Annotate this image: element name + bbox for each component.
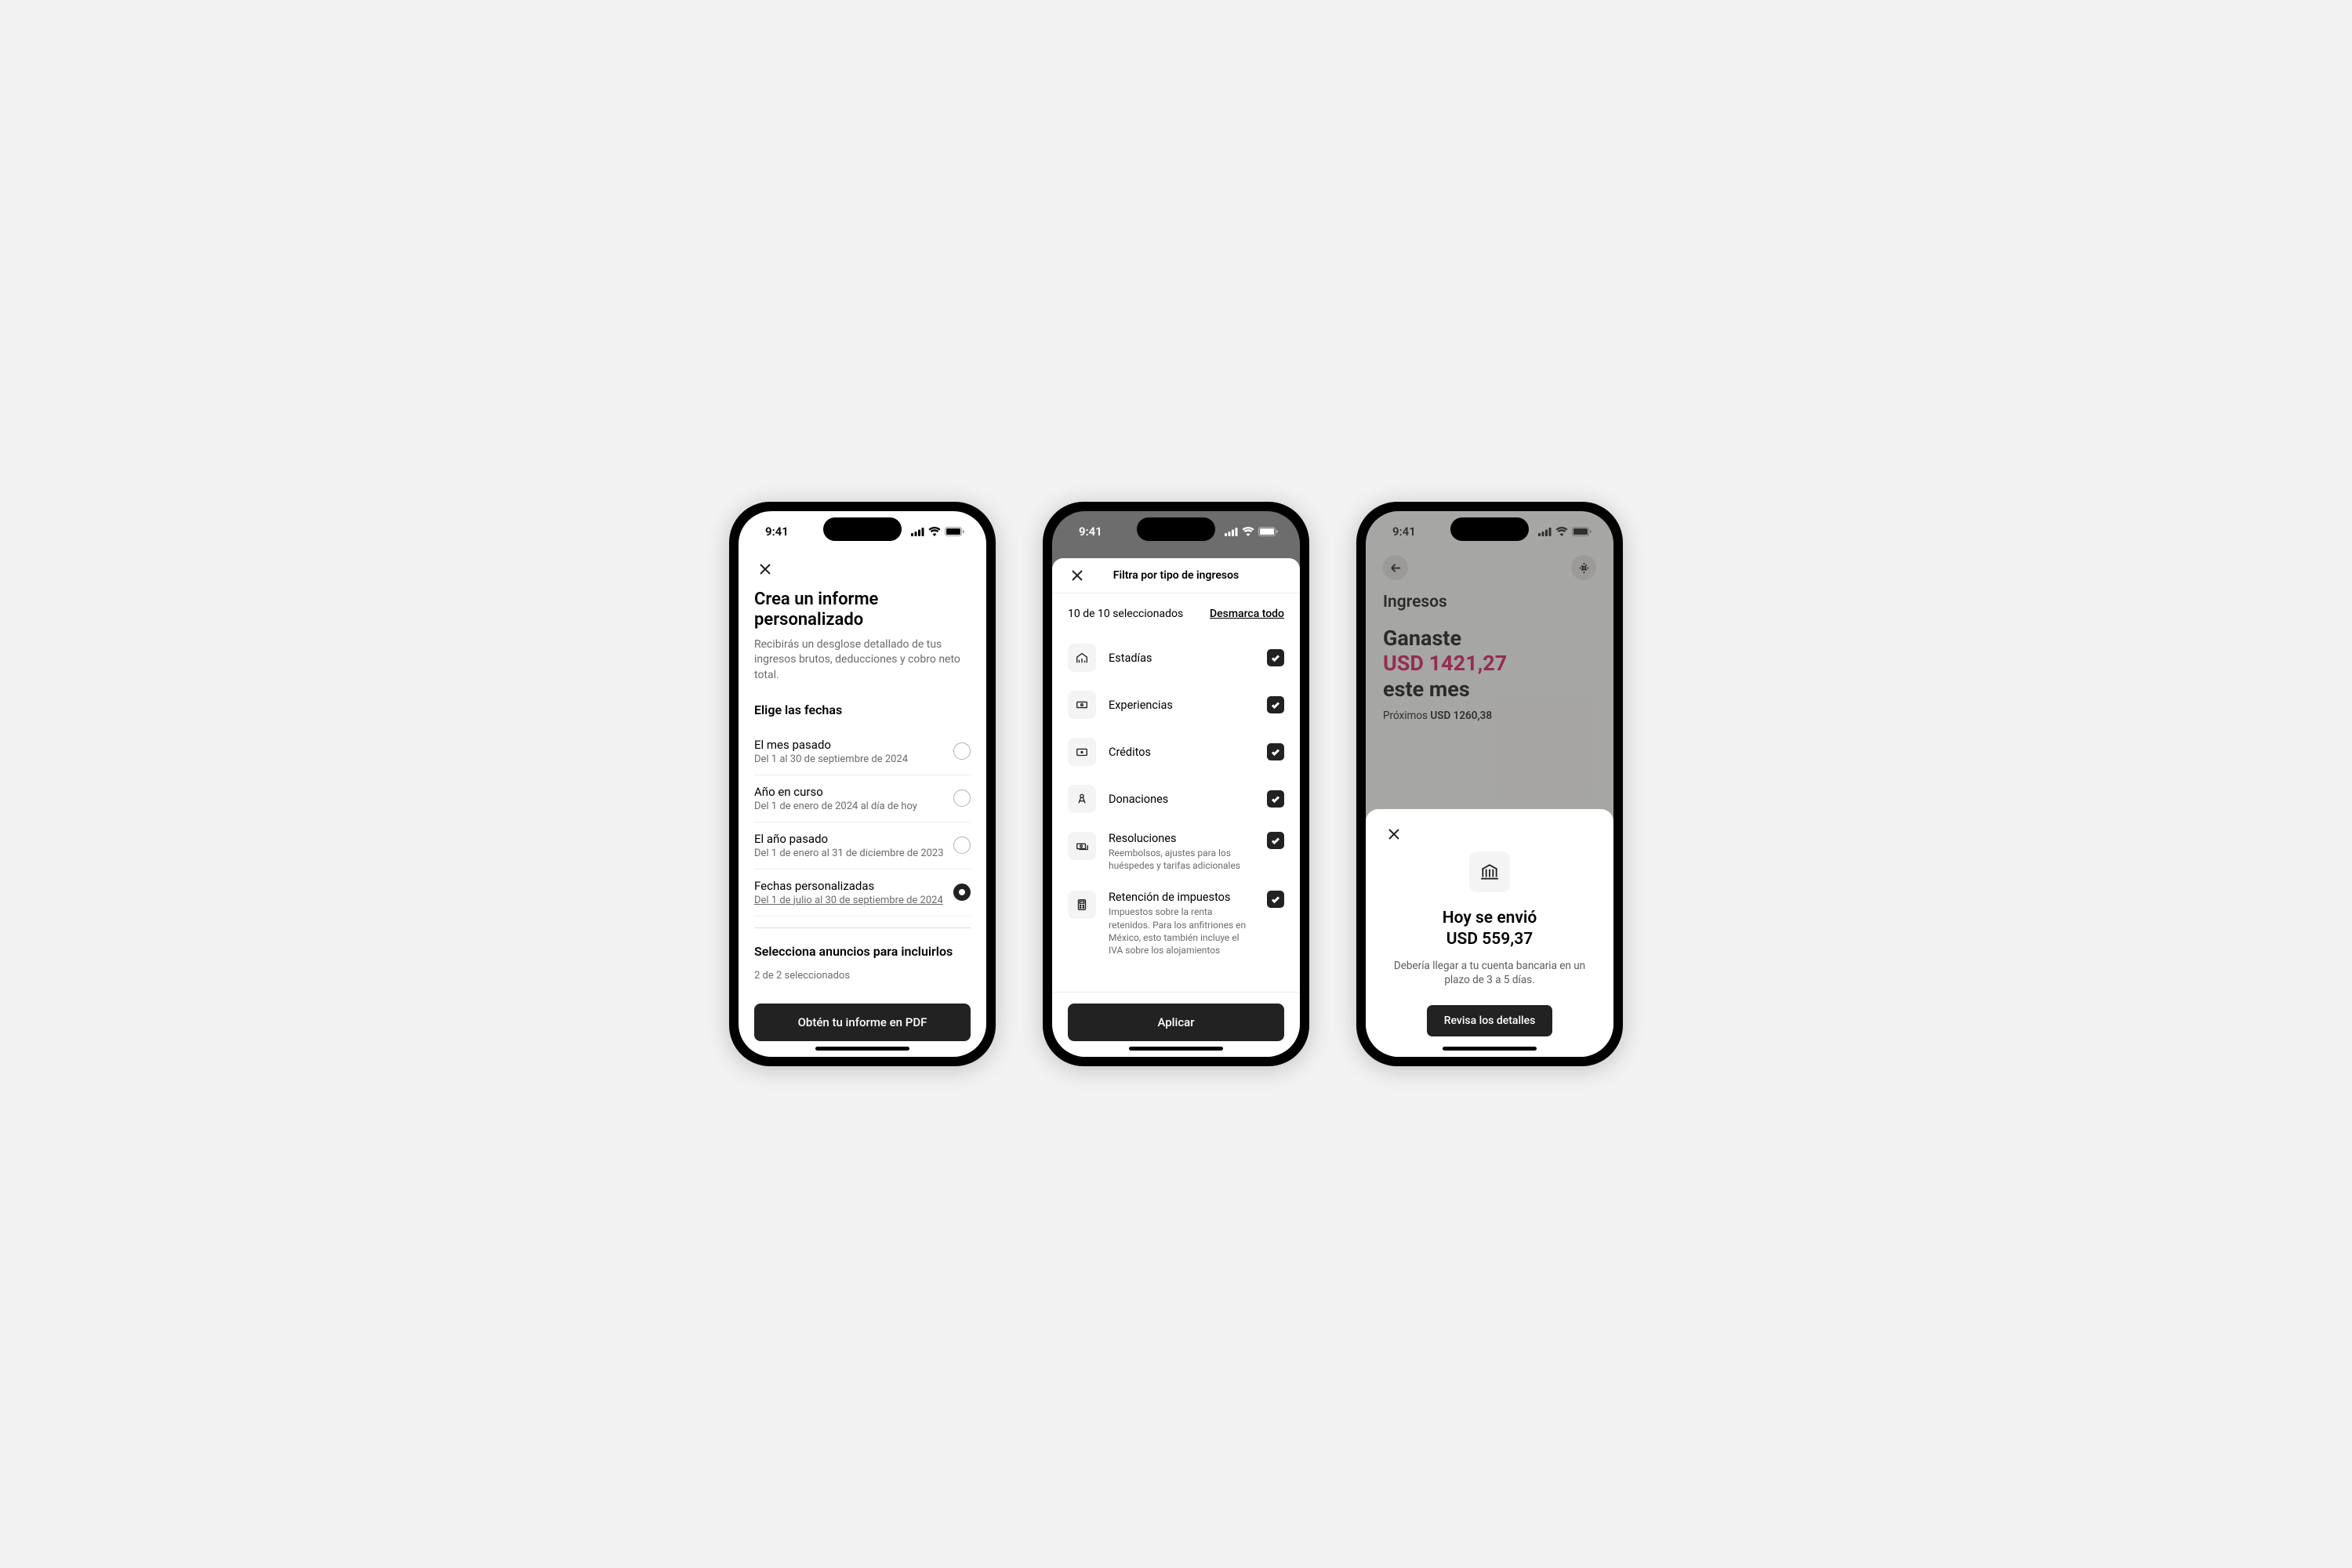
checkbox-checked-icon: [1267, 832, 1284, 849]
date-option-custom[interactable]: Fechas personalizadas Del 1 de julio al …: [754, 869, 971, 916]
date-option-last-month[interactable]: El mes pasado Del 1 al 30 de septiembre …: [754, 728, 971, 775]
checkbox-checked-icon: [1267, 649, 1284, 666]
option-label: El año pasado: [754, 832, 944, 846]
sent-heading: Hoy se envióUSD 559,37: [1443, 908, 1537, 951]
dates-heading: Elige las fechas: [754, 702, 971, 717]
phone-earnings: 9:41 Ingresos Ganaste USD 1421,27 este m…: [1356, 502, 1623, 1066]
checkbox-checked-icon: [1267, 891, 1284, 908]
listings-count: 2 de 2 seleccionados: [754, 970, 971, 982]
page-subtitle: Recibirás un desglose detallado de tus i…: [754, 637, 971, 684]
sheet-title: Filtra por tipo de ingresos: [1066, 569, 1286, 582]
get-pdf-button[interactable]: Obtén tu informe en PDF: [754, 1004, 971, 1041]
dynamic-island: [823, 517, 902, 541]
filter-stays[interactable]: Estadías: [1052, 634, 1300, 681]
close-button[interactable]: [1383, 823, 1405, 845]
filter-sub: Impuestos sobre la renta retenidos. Para…: [1109, 906, 1254, 956]
filter-label: Créditos: [1109, 746, 1254, 759]
filter-label: Resoluciones: [1109, 832, 1254, 845]
sent-body: Debería llegar a tu cuenta bancaria en u…: [1392, 959, 1588, 989]
money-icon: [1068, 832, 1096, 860]
apply-button[interactable]: Aplicar: [1068, 1004, 1284, 1041]
divider: [754, 927, 971, 928]
home-indicator: [815, 1047, 909, 1051]
option-sub: Del 1 al 30 de septiembre de 2024: [754, 753, 908, 765]
option-label: Fechas personalizadas: [754, 879, 943, 893]
bank-icon: [1469, 851, 1510, 892]
camera-icon: [1068, 738, 1096, 766]
date-option-this-year[interactable]: Año en curso Del 1 de enero de 2024 al d…: [754, 775, 971, 822]
cellular-icon: [911, 528, 924, 536]
payout-sheet: Hoy se envióUSD 559,37 Debería llegar a …: [1366, 809, 1613, 1057]
filter-credits[interactable]: Créditos: [1052, 728, 1300, 775]
checkbox-checked-icon: [1267, 790, 1284, 808]
option-label: Año en curso: [754, 785, 917, 799]
selected-count: 10 de 10 seleccionados: [1068, 608, 1183, 620]
checkbox-checked-icon: [1267, 743, 1284, 760]
option-label: El mes pasado: [754, 738, 908, 752]
battery-icon: [945, 527, 964, 536]
filter-resolutions[interactable]: Resoluciones Reembolsos, ajustes para lo…: [1052, 822, 1300, 881]
dynamic-island: [1137, 517, 1215, 541]
filter-label: Estadías: [1109, 652, 1254, 665]
radio-icon: [953, 837, 971, 854]
deselect-all-link[interactable]: Desmarca todo: [1210, 608, 1284, 620]
filter-sub: Reembolsos, ajustes para los huéspedes y…: [1109, 847, 1254, 872]
filter-label: Experiencias: [1109, 699, 1254, 712]
filter-label: Retención de impuestos: [1109, 891, 1254, 904]
filter-label: Donaciones: [1109, 793, 1254, 806]
listings-heading: Selecciona anuncios para incluirlos: [754, 944, 971, 959]
option-sub: Del 1 de julio al 30 de septiembre de 20…: [754, 895, 943, 906]
radio-icon: [953, 789, 971, 807]
close-button[interactable]: [754, 558, 776, 580]
wifi-icon: [1242, 527, 1254, 536]
calculator-icon: [1068, 891, 1096, 919]
radio-icon: [953, 742, 971, 760]
filter-taxes[interactable]: Retención de impuestos Impuestos sobre l…: [1052, 881, 1300, 966]
status-time: 9:41: [1079, 524, 1102, 539]
option-sub: Del 1 de enero al 31 de diciembre de 202…: [754, 848, 944, 859]
date-option-last-year[interactable]: El año pasado Del 1 de enero al 31 de di…: [754, 822, 971, 869]
wifi-icon: [928, 527, 941, 536]
radio-icon-selected: [953, 884, 971, 901]
close-button[interactable]: [1066, 564, 1088, 586]
phone-report: 9:41 Crea un informe personalizado Recib…: [729, 502, 996, 1066]
checkbox-checked-icon: [1267, 696, 1284, 713]
battery-icon: [1258, 527, 1278, 536]
ticket-icon: [1068, 691, 1096, 719]
filter-donations[interactable]: Donaciones: [1052, 775, 1300, 822]
filter-experiences[interactable]: Experiencias: [1052, 681, 1300, 728]
ribbon-icon: [1068, 785, 1096, 813]
house-chart-icon: [1068, 644, 1096, 672]
home-indicator: [1443, 1047, 1537, 1051]
phone-filter: 9:41 Filtra por tipo de ingresos 10 de 1…: [1043, 502, 1309, 1066]
review-details-button[interactable]: Revisa los detalles: [1427, 1005, 1553, 1036]
option-sub: Del 1 de enero de 2024 al día de hoy: [754, 800, 917, 812]
status-time: 9:41: [765, 524, 789, 539]
dynamic-island: [1450, 517, 1529, 541]
home-indicator: [1129, 1047, 1223, 1051]
cellular-icon: [1225, 528, 1238, 536]
page-title: Crea un informe personalizado: [754, 590, 971, 631]
